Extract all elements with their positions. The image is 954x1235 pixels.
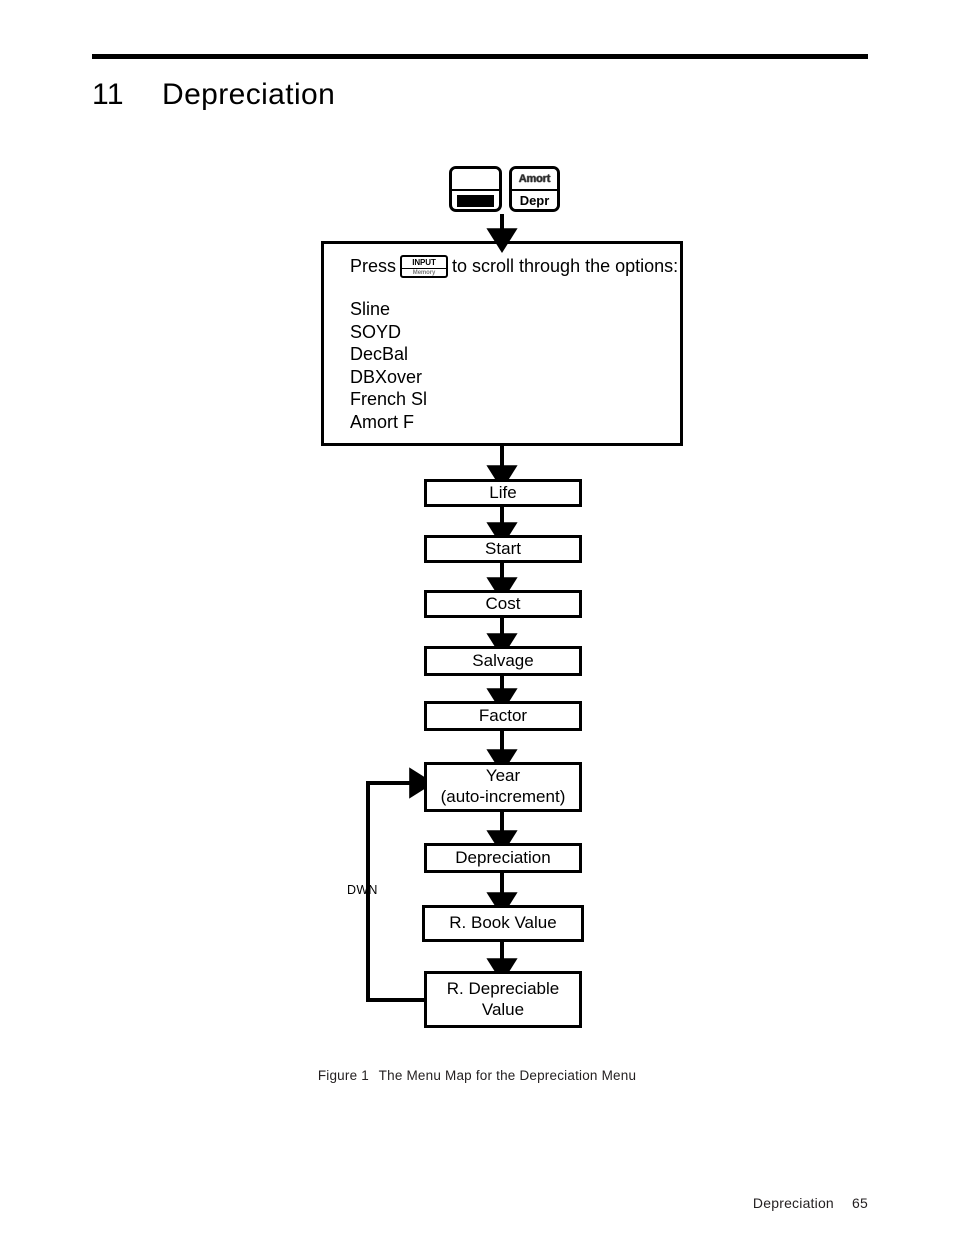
flow-box-rdv-line1: R. Depreciable xyxy=(446,978,560,998)
flow-box-r-depreciable-value: R. Depreciable Value xyxy=(424,971,582,1028)
shift-key-top-face xyxy=(452,169,499,191)
loop-label-dwn: DWN xyxy=(347,883,378,897)
option-item-frenchsl: French Sl xyxy=(350,389,428,410)
flow-box-salvage: Salvage xyxy=(424,646,582,676)
page-footer: Depreciation 65 xyxy=(0,1195,868,1211)
options-prompt-before: Press xyxy=(350,256,397,276)
flow-box-r-book-value: R. Book Value xyxy=(422,905,584,942)
options-box: Press INPUT Memory to scroll through the… xyxy=(321,241,683,446)
depr-primary-label: Depr xyxy=(512,191,557,209)
amort-shifted-label: Amort xyxy=(512,169,557,191)
options-prompt: Press INPUT Memory to scroll through the… xyxy=(350,255,678,278)
option-item-dbxover: DBXover xyxy=(350,366,423,387)
option-item-decbal: DecBal xyxy=(350,344,409,365)
flow-box-depreciation: Depreciation xyxy=(424,843,582,873)
footer-section-name: Depreciation xyxy=(752,1195,834,1211)
figure-caption-text: The Menu Map for the Depreciation Menu xyxy=(378,1068,637,1083)
flow-box-rdv-line2: Value xyxy=(481,999,525,1019)
flow-box-life: Life xyxy=(424,479,582,507)
footer-page-number: 65 xyxy=(852,1195,868,1211)
chapter-header-rule xyxy=(92,54,868,59)
chapter-number: 11 xyxy=(92,78,124,111)
shift-key-icon xyxy=(449,166,502,212)
flow-box-factor: Factor xyxy=(424,701,582,731)
figure-label: Figure 1 xyxy=(317,1068,369,1083)
option-item-soyd: SOYD xyxy=(350,321,402,342)
option-item-sline: Sline xyxy=(350,299,391,319)
amort-depr-key-icon: Amort Depr xyxy=(509,166,560,212)
flow-box-start: Start xyxy=(424,535,582,563)
options-list: Sline SOYD DecBal DBXover French Sl Amor… xyxy=(350,298,427,434)
input-key-primary-label: INPUT xyxy=(402,257,447,269)
chapter-title: Depreciation xyxy=(162,78,336,111)
flow-box-year-line2: (auto-increment) xyxy=(440,787,566,806)
input-memory-key-icon: INPUT Memory xyxy=(400,255,449,278)
flow-box-year: Year (auto-increment) xyxy=(424,762,582,812)
options-prompt-after: to scroll through the options: xyxy=(452,256,679,276)
option-item-amortf: Amort F xyxy=(350,411,415,432)
shift-key-black-bar xyxy=(457,195,494,207)
flow-box-cost: Cost xyxy=(424,590,582,618)
flow-box-year-line1: Year xyxy=(485,766,521,786)
input-key-shifted-label: Memory xyxy=(412,269,436,276)
page-title: 11 Depreciation xyxy=(92,70,792,120)
figure-caption: Figure 1 The Menu Map for the Depreciati… xyxy=(0,1068,954,1083)
